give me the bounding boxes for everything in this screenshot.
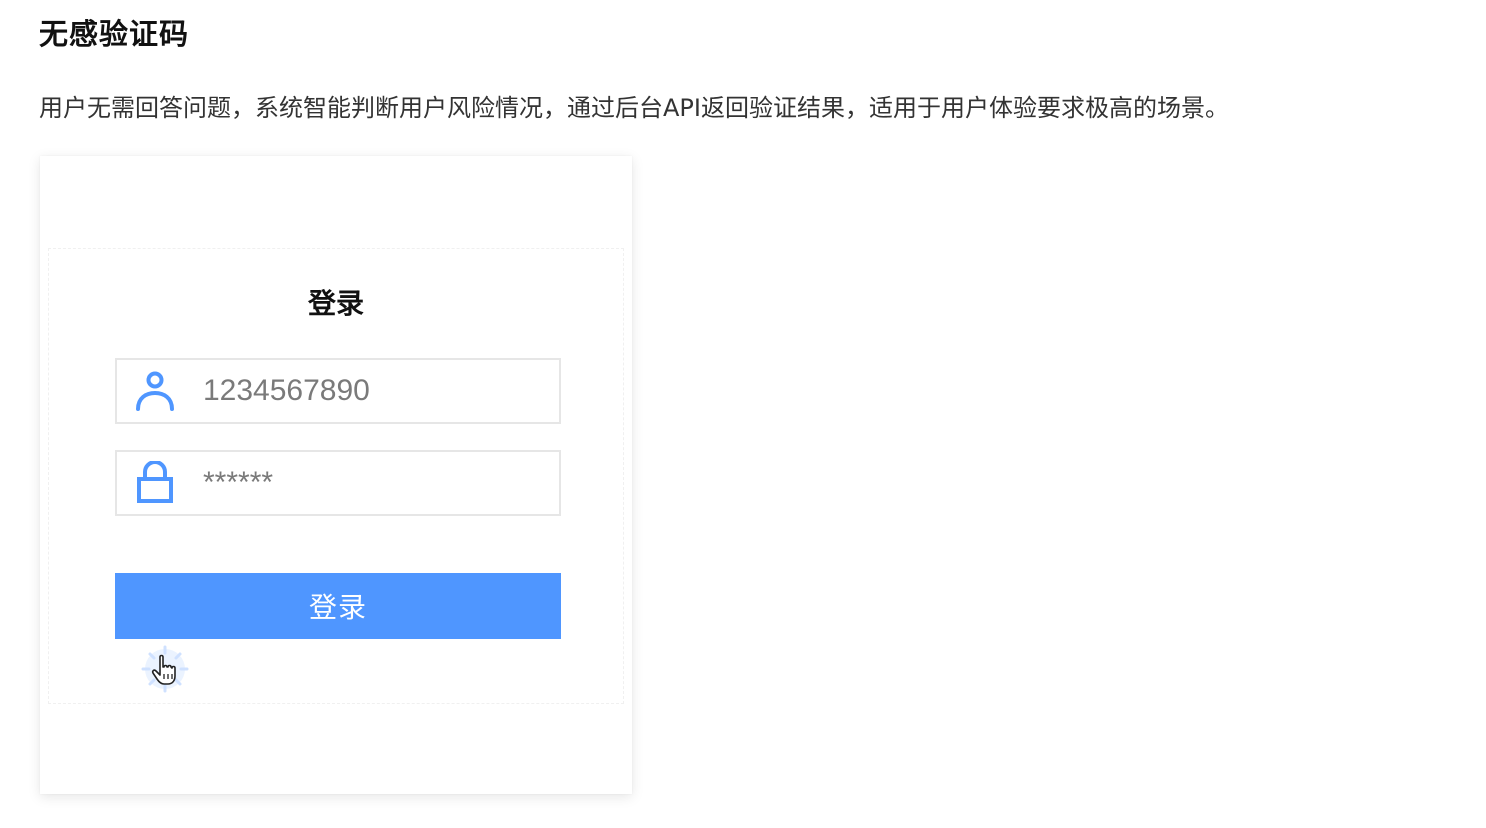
pointer-hand-cursor-icon <box>141 645 191 695</box>
login-button[interactable]: 登录 <box>115 573 561 639</box>
password-field[interactable] <box>115 450 561 516</box>
lock-icon <box>133 461 177 505</box>
login-title: 登录 <box>307 287 364 320</box>
username-field[interactable] <box>115 358 561 424</box>
captcha-demo-card: 登录 登录 <box>40 156 632 794</box>
section-description: 用户无需回答问题，系统智能判断用户风险情况，通过后台API返回验证结果，适用于用… <box>39 94 1229 122</box>
password-input[interactable] <box>203 466 533 500</box>
user-icon <box>133 369 177 413</box>
username-input[interactable] <box>203 374 533 408</box>
section-title: 无感验证码 <box>39 17 190 51</box>
